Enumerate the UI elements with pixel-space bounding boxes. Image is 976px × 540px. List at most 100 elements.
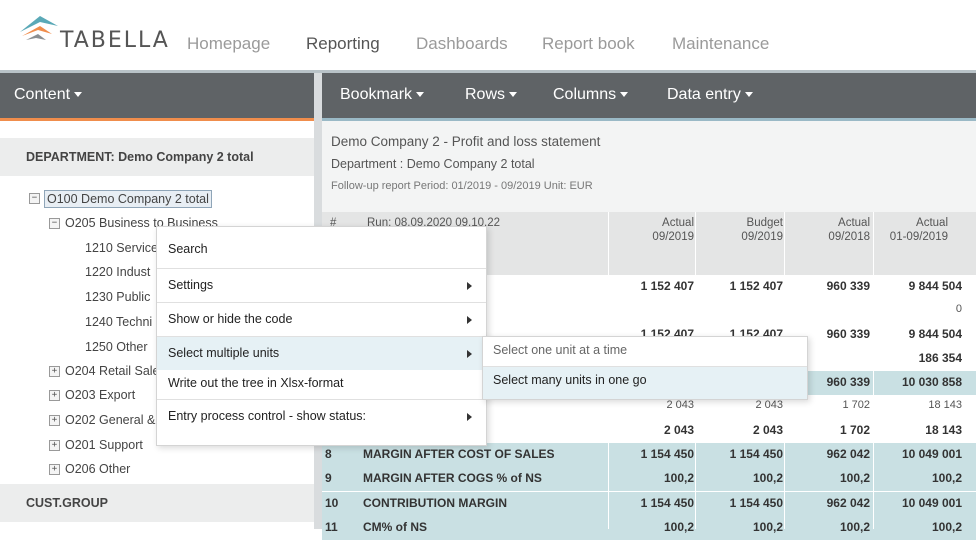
collapse-toggle-icon[interactable]: − bbox=[49, 218, 60, 229]
chevron-down-icon bbox=[509, 92, 518, 98]
tabella-logo[interactable]: TABELLA bbox=[18, 14, 168, 58]
table-cell[interactable]: 10 030 858 bbox=[874, 375, 962, 389]
menu-item-settings[interactable]: Settings bbox=[157, 268, 486, 302]
menu-item-show-hide-code[interactable]: Show or hide the code bbox=[157, 302, 486, 336]
tree-item-1220[interactable]: 1220 Indust bbox=[85, 265, 150, 279]
table-cell[interactable]: 1 154 450 bbox=[696, 447, 783, 461]
col-header-line1[interactable]: Actual bbox=[872, 216, 948, 230]
table-cell[interactable]: 1 702 bbox=[785, 399, 870, 411]
expand-toggle-icon[interactable]: + bbox=[49, 464, 60, 475]
data-entry-label: Data entry bbox=[667, 86, 741, 103]
table-cell[interactable]: 100,2 bbox=[696, 520, 783, 534]
table-cell[interactable]: 100,2 bbox=[785, 471, 870, 485]
data-entry-menu-button[interactable]: Data entry bbox=[667, 86, 753, 104]
table-cell[interactable]: 18 143 bbox=[874, 399, 962, 411]
report-title: Demo Company 2 - Profit and loss stateme… bbox=[331, 134, 601, 149]
col-header-line1[interactable]: Actual bbox=[785, 216, 870, 230]
table-cell[interactable]: 1 152 407 bbox=[696, 279, 783, 293]
table-cell[interactable]: 1 702 bbox=[785, 423, 870, 437]
bookmark-menu-button[interactable]: Bookmark bbox=[340, 86, 425, 104]
chevron-right-icon bbox=[467, 350, 472, 358]
table-cell[interactable]: 186 354 bbox=[874, 351, 962, 365]
bookmark-label: Bookmark bbox=[340, 86, 413, 103]
table-row[interactable]: 8 MARGIN AFTER COST OF SALES 1 154 450 1 15… bbox=[322, 443, 976, 467]
expand-toggle-icon[interactable]: + bbox=[49, 390, 60, 401]
menu-item-search[interactable]: Search bbox=[157, 233, 486, 266]
table-cell[interactable]: 960 339 bbox=[785, 279, 870, 293]
submenu-item-one-unit[interactable]: Select one unit at a time bbox=[483, 337, 807, 367]
table-cell[interactable]: 2 043 bbox=[609, 399, 694, 411]
col-header-line1[interactable]: Budget bbox=[696, 216, 783, 230]
tree-item-o201[interactable]: O201 Support bbox=[65, 438, 143, 452]
tree-item-1240[interactable]: 1240 Techni bbox=[85, 315, 152, 329]
col-header-line2: 09/2018 bbox=[828, 231, 870, 243]
collapse-toggle-icon[interactable]: − bbox=[29, 193, 40, 204]
rows-menu-button[interactable]: Rows bbox=[465, 86, 518, 104]
content-label: Content bbox=[14, 86, 71, 103]
chevron-down-icon bbox=[620, 92, 629, 98]
table-cell[interactable]: 100,2 bbox=[874, 520, 962, 534]
col-header-line2: 01-09/2019 bbox=[889, 231, 948, 243]
table-cell[interactable]: 9 844 504 bbox=[874, 279, 962, 293]
table-cell[interactable]: 2 043 bbox=[609, 423, 694, 437]
table-cell[interactable]: 9 844 504 bbox=[874, 327, 962, 341]
chevron-right-icon bbox=[467, 413, 472, 421]
department-heading[interactable]: DEPARTMENT: Demo Company 2 total bbox=[0, 138, 314, 176]
submenu-item-many-units[interactable]: Select many units in one go bbox=[483, 366, 807, 399]
tree-item-o206[interactable]: O206 Other bbox=[65, 462, 130, 476]
table-row[interactable]: 10 CONTRIBUTION MARGIN 1 154 450 1 154 450 9… bbox=[322, 492, 976, 516]
left-toolbar: Content bbox=[0, 73, 314, 121]
tree-item-1230[interactable]: 1230 Public bbox=[85, 290, 150, 304]
menu-item-label: Search bbox=[168, 242, 208, 256]
table-cell[interactable]: 962 042 bbox=[785, 447, 870, 461]
table-cell[interactable]: 18 143 bbox=[874, 423, 962, 437]
table-cell[interactable]: 100,2 bbox=[874, 471, 962, 485]
content-menu-button[interactable]: Content bbox=[14, 86, 83, 104]
table-cell[interactable]: 100,2 bbox=[609, 520, 694, 534]
tree-item-o204[interactable]: O204 Retail Sale bbox=[65, 364, 160, 378]
table-cell[interactable]: 1 154 450 bbox=[696, 496, 783, 510]
tree-item-o100[interactable]: O100 Demo Company 2 total bbox=[44, 190, 212, 208]
table-cell[interactable]: 100,2 bbox=[696, 471, 783, 485]
expand-toggle-icon[interactable]: + bbox=[49, 415, 60, 426]
table-row[interactable]: 9 MARGIN AFTER COGS % of NS 100,2 100,2 100,… bbox=[322, 467, 976, 491]
table-row[interactable]: 11 CM% of NS 100,2 100,2 100,2 100,2 bbox=[322, 516, 976, 540]
table-cell[interactable]: 100,2 bbox=[609, 471, 694, 485]
tree-item-o202[interactable]: O202 General & bbox=[65, 413, 155, 427]
menu-item-label: Write out the tree in Xlsx-format bbox=[168, 376, 344, 390]
cust-group-heading-label: CUST.GROUP bbox=[26, 496, 108, 510]
table-cell[interactable]: 1 154 450 bbox=[609, 447, 694, 461]
table-cell[interactable]: 100,2 bbox=[785, 520, 870, 534]
table-cell[interactable]: 962 042 bbox=[785, 496, 870, 510]
col-header-line1[interactable]: Actual bbox=[609, 216, 694, 230]
table-cell[interactable]: 0 bbox=[874, 303, 962, 315]
table-cell[interactable]: 1 152 407 bbox=[609, 279, 694, 293]
row-number: 10 bbox=[325, 496, 339, 510]
expand-toggle-icon[interactable]: + bbox=[49, 440, 60, 451]
columns-menu-button[interactable]: Columns bbox=[553, 86, 629, 104]
table-cell[interactable]: 10 049 001 bbox=[874, 447, 962, 461]
tree-item-1210[interactable]: 1210 Service bbox=[85, 241, 158, 255]
nav-report-book[interactable]: Report book bbox=[542, 34, 635, 54]
chevron-down-icon bbox=[744, 92, 753, 98]
nav-maintenance[interactable]: Maintenance bbox=[672, 34, 769, 54]
menu-item-label: Show or hide the code bbox=[168, 312, 293, 326]
nav-homepage[interactable]: Homepage bbox=[187, 34, 270, 54]
column-divider bbox=[873, 212, 874, 529]
menu-item-write-xlsx[interactable]: Write out the tree in Xlsx-format bbox=[157, 367, 486, 400]
row-label: MARGIN AFTER COST OF SALES bbox=[363, 447, 555, 461]
menu-item-label: Settings bbox=[168, 278, 214, 292]
menu-item-entry-process-control[interactable]: Entry process control - show status: bbox=[157, 399, 486, 433]
nav-dashboards[interactable]: Dashboards bbox=[416, 34, 508, 54]
expand-toggle-icon[interactable]: + bbox=[49, 366, 60, 377]
table-cell[interactable]: 10 049 001 bbox=[874, 496, 962, 510]
cust-group-heading[interactable]: CUST.GROUP bbox=[0, 484, 314, 522]
table-cell[interactable]: 1 154 450 bbox=[609, 496, 694, 510]
table-cell[interactable]: 2 043 bbox=[696, 423, 783, 437]
tree-item-o203[interactable]: O203 Export bbox=[65, 388, 135, 402]
tree-item-1250[interactable]: 1250 Other bbox=[85, 340, 148, 354]
table-cell[interactable]: 2 043 bbox=[696, 399, 783, 411]
nav-reporting[interactable]: Reporting bbox=[306, 34, 380, 54]
menu-item-select-multiple-units[interactable]: Select multiple units bbox=[157, 336, 486, 370]
logo-mark-icon bbox=[20, 16, 58, 40]
